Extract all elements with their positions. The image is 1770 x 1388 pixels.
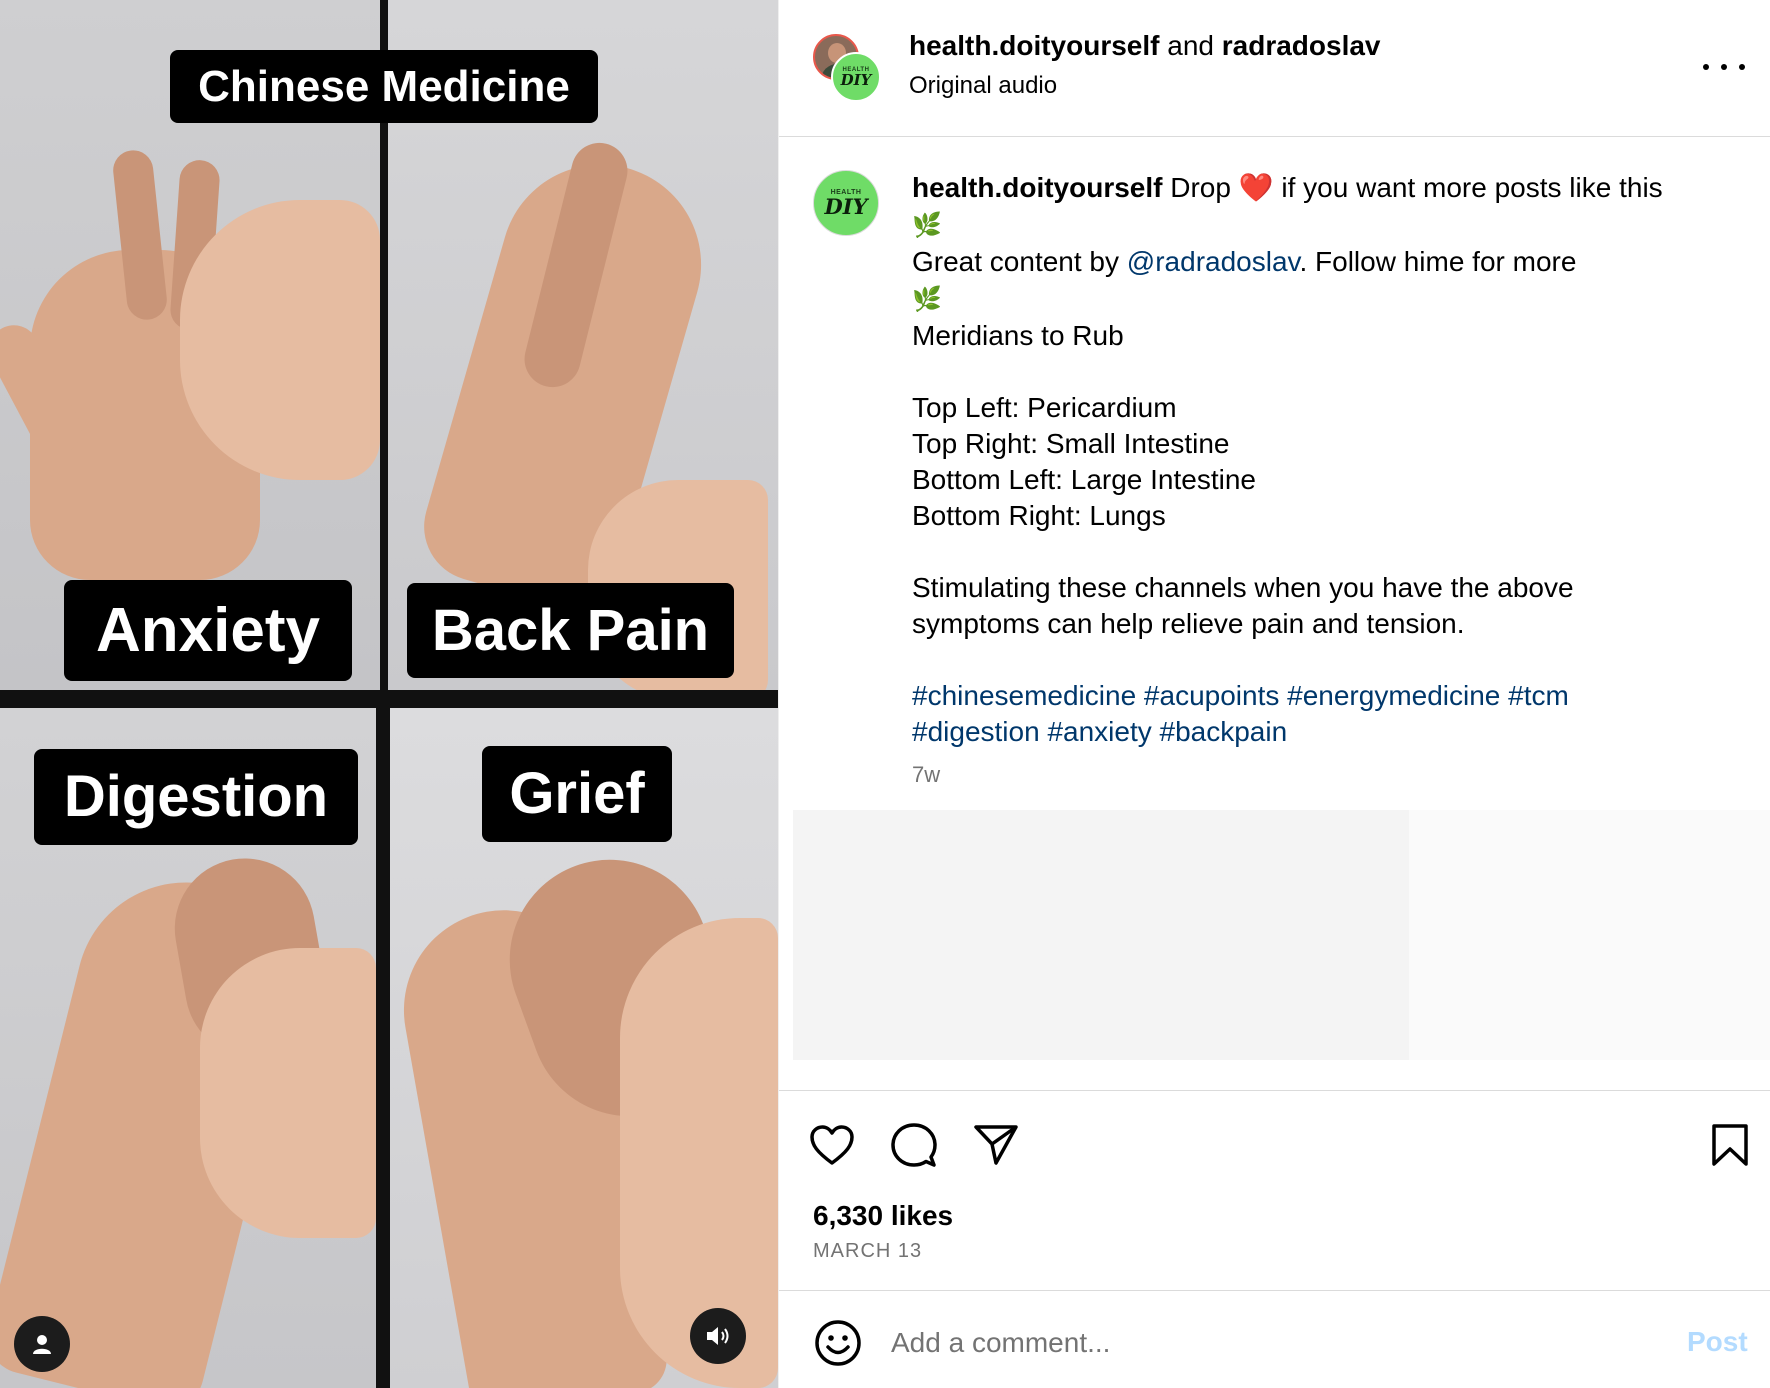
caption-timestamp[interactable]: 7w — [912, 762, 940, 788]
loading-placeholder — [793, 810, 1409, 1060]
post-header: HEALTH DIY health.doityourself and radra… — [779, 0, 1770, 137]
tagged-users-button[interactable] — [14, 1316, 70, 1372]
volume-icon — [707, 1327, 729, 1345]
leaf-emoji: 🌿 — [912, 286, 942, 313]
hashtag-link[interactable]: #acupoints — [1144, 680, 1279, 711]
post-caption: health.doityourself Drop ❤️ if you want … — [912, 170, 1732, 750]
post-media[interactable]: Chinese Medicine Anxiety Back Pain Diges… — [0, 0, 778, 1388]
caption-body: symptoms can help relieve pain and tensi… — [912, 608, 1465, 639]
post-date: MARCH 13 — [813, 1240, 923, 1262]
heart-emoji: ❤️ — [1238, 172, 1274, 203]
authors-joiner: and — [1167, 30, 1214, 61]
post-authors: health.doityourself and radradoslav — [909, 30, 1381, 62]
divider — [779, 1090, 1770, 1091]
caption-avatar[interactable]: HEALTH DIY — [813, 170, 879, 236]
user-icon — [33, 1335, 51, 1354]
label-grief: Grief — [482, 746, 672, 842]
author-link-health-doityourself[interactable]: health.doityourself — [909, 30, 1159, 61]
comment-button[interactable] — [889, 1120, 939, 1170]
post-comment-button[interactable]: Post — [1687, 1326, 1748, 1358]
comment-input[interactable] — [891, 1320, 1651, 1366]
media-title-label: Chinese Medicine — [170, 50, 598, 123]
hashtag-link[interactable]: #digestion — [912, 716, 1040, 747]
share-icon — [974, 1125, 1018, 1165]
save-button[interactable] — [1705, 1120, 1755, 1170]
hashtag-link[interactable]: #chinesemedicine — [912, 680, 1136, 711]
audio-link[interactable]: Original audio — [909, 72, 1057, 100]
emoji-picker-button[interactable] — [813, 1318, 863, 1368]
hashtag-link[interactable]: #backpain — [1160, 716, 1288, 747]
caption-body: Stimulating these channels when you have… — [912, 572, 1574, 603]
caption-line: Top Left: Pericardium — [912, 392, 1177, 423]
like-button[interactable] — [807, 1120, 857, 1170]
avatar-health-doityourself: HEALTH DIY — [831, 52, 881, 102]
comment-icon — [891, 1123, 937, 1167]
divider — [779, 1290, 1770, 1291]
mention-radradoslav[interactable]: @radradoslav — [1127, 246, 1300, 277]
caption-line: Bottom Left: Large Intestine — [912, 464, 1256, 495]
hashtag-link[interactable]: #anxiety — [1047, 716, 1151, 747]
caption-line: Top Right: Small Intestine — [912, 428, 1230, 459]
label-anxiety: Anxiety — [64, 580, 352, 681]
toggle-audio-button[interactable] — [690, 1308, 746, 1364]
more-icon — [1703, 64, 1709, 70]
hashtag-link[interactable]: #tcm — [1508, 680, 1569, 711]
collab-avatars[interactable]: HEALTH DIY — [813, 34, 881, 102]
heart-icon — [810, 1125, 854, 1165]
author-link-radradoslav[interactable]: radradoslav — [1222, 30, 1381, 61]
caption-line: Bottom Right: Lungs — [912, 500, 1166, 531]
more-options-button[interactable] — [1703, 52, 1745, 82]
likes-count[interactable]: 6,330 likes — [813, 1200, 953, 1232]
bookmark-icon — [1712, 1124, 1748, 1166]
caption-heading: Meridians to Rub — [912, 320, 1124, 351]
share-button[interactable] — [971, 1120, 1021, 1170]
emoji-icon — [815, 1320, 861, 1366]
loading-placeholder — [1409, 810, 1770, 1060]
hashtag-link[interactable]: #energymedicine — [1287, 680, 1500, 711]
leaf-emoji: 🌿 — [912, 212, 942, 239]
label-digestion: Digestion — [34, 749, 358, 845]
label-back-pain: Back Pain — [407, 583, 734, 678]
post-details-panel: HEALTH DIY health.doityourself and radra… — [778, 0, 1770, 1388]
caption-username[interactable]: health.doityourself — [912, 172, 1162, 203]
